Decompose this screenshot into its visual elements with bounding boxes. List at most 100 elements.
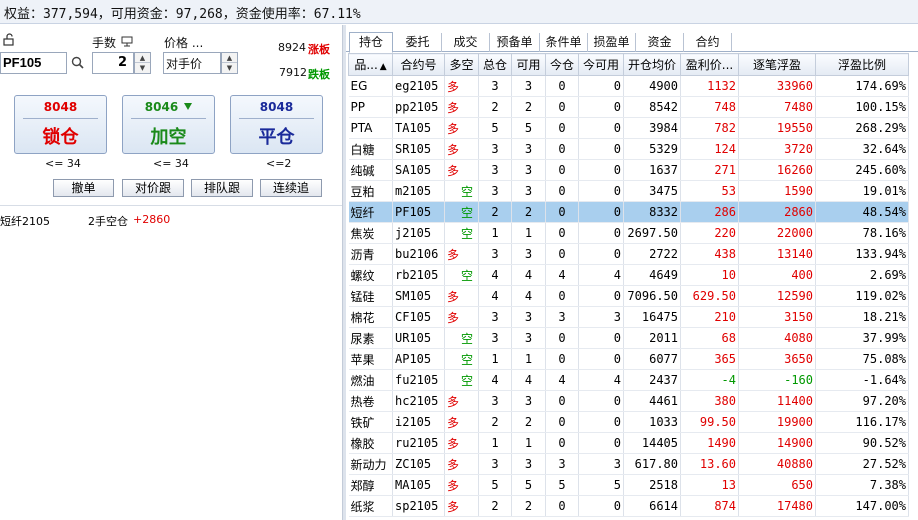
col-header-float-pnl[interactable]: 逐笔浮盈 [738,53,816,76]
quantity-stepper[interactable]: ▲ ▼ [134,52,151,74]
cell-open-price: 2697.50 [623,222,681,244]
stepper-down-icon[interactable]: ▼ [135,63,150,73]
follow-queue-button[interactable]: 排队跟 [191,179,253,197]
cell-open-price: 7096.50 [623,285,681,307]
tab-stop-profit[interactable]: 损盈单 [588,33,636,52]
close-position-button[interactable]: 8048 平仓 [230,95,323,154]
tab-contracts[interactable]: 合约 [684,33,732,52]
cell-today: 0 [545,201,579,223]
tab-orders[interactable]: 委托 [394,33,442,52]
add-short-button[interactable]: 8046 加空 [122,95,215,154]
follow-opposite-button[interactable]: 对价跟 [122,179,184,197]
table-row[interactable]: 豆粕 m2105 空 3 3 0 0 3475 53 1590 19.01% [348,180,909,202]
cell-today-available: 4 [578,369,624,391]
cell-available: 4 [511,369,546,391]
table-row[interactable]: 苹果 AP105 空 1 1 0 0 6077 365 3650 75.08% [348,348,909,370]
cell-contract: eg2105 [392,75,445,97]
search-icon[interactable] [71,56,84,69]
col-header-open-price[interactable]: 开仓均价 [623,53,681,76]
cell-total: 3 [478,243,512,265]
table-row[interactable]: 橡胶 ru2105 多 1 1 0 0 14405 1490 14900 90.52% [348,432,909,454]
table-row[interactable]: 铁矿 i2105 多 2 2 0 0 1033 99.50 19900 116.17% [348,411,909,433]
price-type-field[interactable]: 对手价 [163,52,221,74]
cell-direction: 空 [444,201,479,223]
col-header-pnl-ratio[interactable]: 浮盈比例 [815,53,909,76]
cell-open-price: 2722 [623,243,681,265]
col-header-today-available[interactable]: 今可用 [578,53,624,76]
lock-icon[interactable] [3,33,17,46]
cell-contract: sp2105 [392,495,445,517]
price-stepper[interactable]: ▲ ▼ [221,52,238,74]
col-header-profit-points[interactable]: 盈利价... [680,53,739,76]
cell-today-available: 0 [578,138,624,160]
cell-available: 3 [511,180,546,202]
price-label[interactable]: 价格 ... [164,34,203,51]
cell-pnl-ratio: 19.01% [815,180,909,202]
lock-position-button[interactable]: 8048 锁仓 [14,95,107,154]
limit-up-price: 8924 [278,41,306,54]
cell-direction: 多 [444,411,479,433]
col-header-today[interactable]: 今仓 [545,53,579,76]
table-row[interactable]: 白糖 SR105 多 3 3 0 0 5329 124 3720 32.64% [348,138,909,160]
table-row[interactable]: 郑醇 MA105 多 5 5 5 5 2518 13 650 7.38% [348,474,909,496]
col-header-available[interactable]: 可用 [511,53,546,76]
table-row[interactable]: 短纤 PF105 空 2 2 0 0 8332 286 2860 48.54% [348,201,909,223]
table-row[interactable]: 沥青 bu2106 多 3 3 0 0 2722 438 13140 133.94% [348,243,909,265]
table-row[interactable]: 新动力 ZC105 多 3 3 3 3 617.80 13.60 40880 27.52% [348,453,909,475]
cancel-order-button[interactable]: 撤单 [53,179,114,197]
tab-preorders[interactable]: 预备单 [490,33,540,52]
table-row[interactable]: 热卷 hc2105 多 3 3 0 0 4461 380 11400 97.20% [348,390,909,412]
continuous-chase-button[interactable]: 连续追 [260,179,322,197]
cell-pnl-ratio: 133.94% [815,243,909,265]
table-row[interactable]: EG eg2105 多 3 3 0 0 4900 1132 33960 174.69% [348,75,909,97]
cell-today-available: 0 [578,75,624,97]
cell-direction: 空 [444,369,479,391]
table-row[interactable]: 纯碱 SA105 多 3 3 0 0 1637 271 16260 245.60% [348,159,909,181]
price-down-icon[interactable]: ▼ [222,63,237,73]
cell-today: 0 [545,411,579,433]
tab-funds[interactable]: 资金 [636,33,684,52]
table-row[interactable]: 焦炭 j2105 空 1 1 0 0 2697.50 220 22000 78.16% [348,222,909,244]
contract-code-input[interactable]: PF105 [0,52,67,74]
cell-float-pnl: 40880 [738,453,816,475]
cell-open-price: 2518 [623,474,681,496]
cell-profit-points: 438 [680,243,739,265]
cell-product: 棉花 [348,306,393,328]
cell-product: 短纤 [348,201,393,223]
tab-conditional[interactable]: 条件单 [540,33,588,52]
table-row[interactable]: 燃油 fu2105 空 4 4 4 4 2437 -4 -160 -1.64% [348,369,909,391]
table-row[interactable]: PTA TA105 多 5 5 0 0 3984 782 19550 268.29% [348,117,909,139]
cell-pnl-ratio: 245.60% [815,159,909,181]
table-row[interactable]: 锰硅 SM105 多 4 4 0 0 7096.50 629.50 12590 119.02% [348,285,909,307]
cell-available: 3 [511,75,546,97]
table-row[interactable]: 螺纹 rb2105 空 4 4 4 4 4649 10 400 2.69% [348,264,909,286]
cell-float-pnl: 13140 [738,243,816,265]
cell-product: 燃油 [348,369,393,391]
cell-product: 白糖 [348,138,393,160]
cell-total: 5 [478,117,512,139]
col-header-product[interactable]: 品... ▲ [348,53,393,76]
table-header-row: 品... ▲ 合约号 多空 总仓 可用 今仓 今可用 开仓均价 盈利价... 逐笔… [348,53,909,76]
cell-float-pnl: 11400 [738,390,816,412]
cell-total: 4 [478,264,512,286]
cell-pnl-ratio: -1.64% [815,369,909,391]
table-row[interactable]: 棉花 CF105 多 3 3 3 3 16475 210 3150 18.21% [348,306,909,328]
stepper-up-icon[interactable]: ▲ [135,53,150,63]
price-up-icon[interactable]: ▲ [222,53,237,63]
col-header-total[interactable]: 总仓 [478,53,512,76]
quantity-input[interactable]: 2 [92,52,134,74]
cell-total: 2 [478,495,512,517]
cell-total: 3 [478,453,512,475]
col-header-direction[interactable]: 多空 [444,53,479,76]
tab-positions[interactable]: 持仓 [349,32,393,53]
col-header-contract[interactable]: 合约号 [392,53,445,76]
monitor-icon[interactable] [121,36,133,47]
table-row[interactable]: 纸浆 sp2105 多 2 2 0 0 6614 874 17480 147.00% [348,495,909,517]
cell-open-price: 14405 [623,432,681,454]
cell-float-pnl: 22000 [738,222,816,244]
tab-trades[interactable]: 成交 [442,33,490,52]
cell-profit-points: 629.50 [680,285,739,307]
cell-direction: 多 [444,306,479,328]
table-row[interactable]: PP pp2105 多 2 2 0 0 8542 748 7480 100.15% [348,96,909,118]
table-row[interactable]: 尿素 UR105 空 3 3 0 0 2011 68 4080 37.99% [348,327,909,349]
